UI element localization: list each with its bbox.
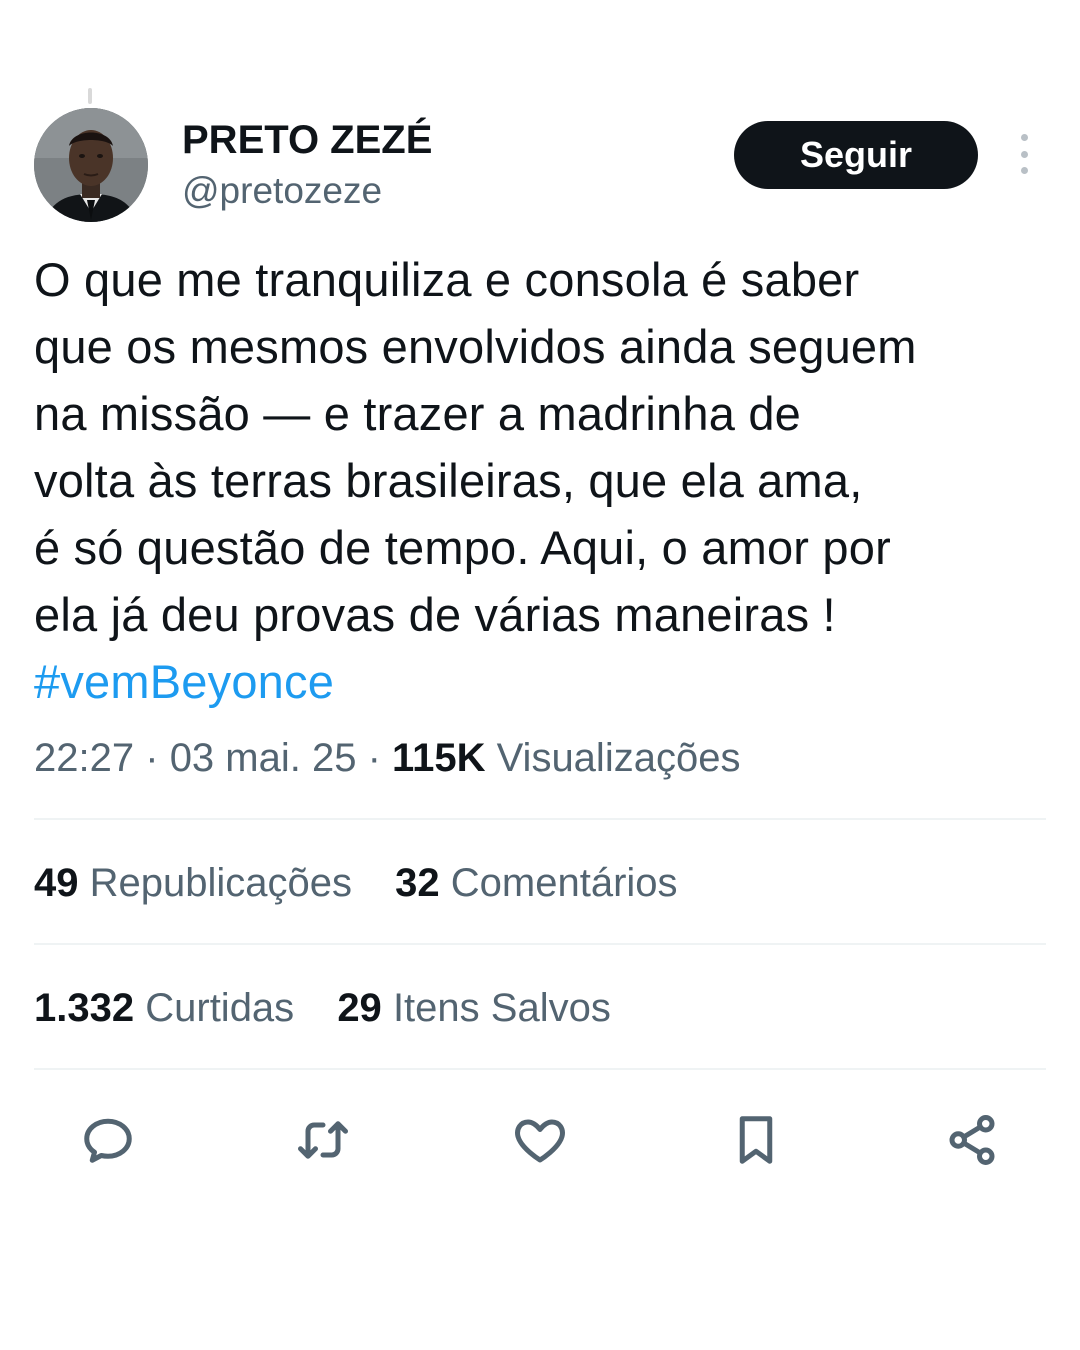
- comments-label: Comentários: [450, 861, 678, 905]
- divider: [34, 1068, 1046, 1070]
- stats-row-reposts-comments: 49 Republicações 32 Comentários: [34, 861, 710, 906]
- reposts-label: Republicações: [89, 861, 353, 905]
- author-name[interactable]: PRETO ZEZÉ: [182, 118, 432, 163]
- retweet-icon: [298, 1121, 348, 1159]
- saves-count: 29: [337, 986, 382, 1030]
- tweet-line: ela já deu provas de várias maneiras !: [34, 588, 836, 641]
- tweet-line: volta às terras brasileiras, que ela ama…: [34, 454, 863, 507]
- tweet-time[interactable]: 22:27: [34, 736, 134, 780]
- tweet-line: é só questão de tempo. Aqui, o amor por: [34, 521, 891, 574]
- stats-row-likes-saves: 1.332 Curtidas 29 Itens Salvos: [34, 986, 643, 1031]
- more-dot: [1020, 150, 1028, 158]
- avatar[interactable]: [34, 108, 148, 222]
- tweet-line: O que me tranquiliza e consola é saber: [34, 253, 860, 306]
- reposts-count: 49: [34, 861, 79, 905]
- follow-button[interactable]: Seguir: [734, 121, 978, 189]
- action-bar: [34, 1108, 1046, 1172]
- comments-count: 32: [395, 861, 440, 905]
- likes-count: 1.332: [34, 986, 135, 1030]
- views-label: Visualizações: [496, 736, 741, 780]
- tweet-line: que os mesmos envolvidos ainda seguem: [34, 320, 917, 373]
- tweet-meta: 22:27 · 03 mai. 25 · 115K Visualizações: [34, 736, 740, 781]
- share-button[interactable]: [940, 1108, 1004, 1172]
- bookmark-button[interactable]: [724, 1108, 788, 1172]
- meta-separator: ·: [367, 736, 381, 780]
- reply-icon: [84, 1118, 132, 1163]
- saves-stat[interactable]: 29 Itens Salvos: [337, 986, 611, 1030]
- meta-separator: ·: [145, 736, 159, 780]
- more-options-icon[interactable]: [1012, 134, 1036, 174]
- saves-label: Itens Salvos: [392, 986, 611, 1030]
- share-icon: [949, 1115, 995, 1165]
- bookmark-icon: [739, 1116, 773, 1164]
- heart-icon: [515, 1119, 565, 1163]
- reply-button[interactable]: [76, 1108, 140, 1172]
- tweet-date[interactable]: 03 mai. 25: [170, 736, 357, 780]
- likes-label: Curtidas: [145, 986, 295, 1030]
- tweet-text: O que me tranquiliza e consola é saber q…: [34, 246, 1046, 715]
- tweet-header: PRETO ZEZÉ @pretozeze Seguir: [34, 108, 1046, 222]
- likes-stat[interactable]: 1.332 Curtidas: [34, 986, 294, 1030]
- hashtag-link[interactable]: #vemBeyonce: [34, 648, 1046, 715]
- reposts-stat[interactable]: 49 Republicações: [34, 861, 352, 905]
- more-dot: [1020, 134, 1028, 141]
- like-button[interactable]: [508, 1108, 572, 1172]
- top-divider-tick: [88, 88, 92, 104]
- comments-stat[interactable]: 32 Comentários: [395, 861, 677, 905]
- divider: [34, 818, 1046, 820]
- tweet-line: na missão — e trazer a madrinha de: [34, 387, 801, 440]
- views-count: 115K: [392, 736, 486, 780]
- author-handle[interactable]: @pretozeze: [182, 170, 382, 212]
- divider: [34, 943, 1046, 945]
- retweet-button[interactable]: [291, 1108, 355, 1172]
- more-dot: [1020, 167, 1028, 174]
